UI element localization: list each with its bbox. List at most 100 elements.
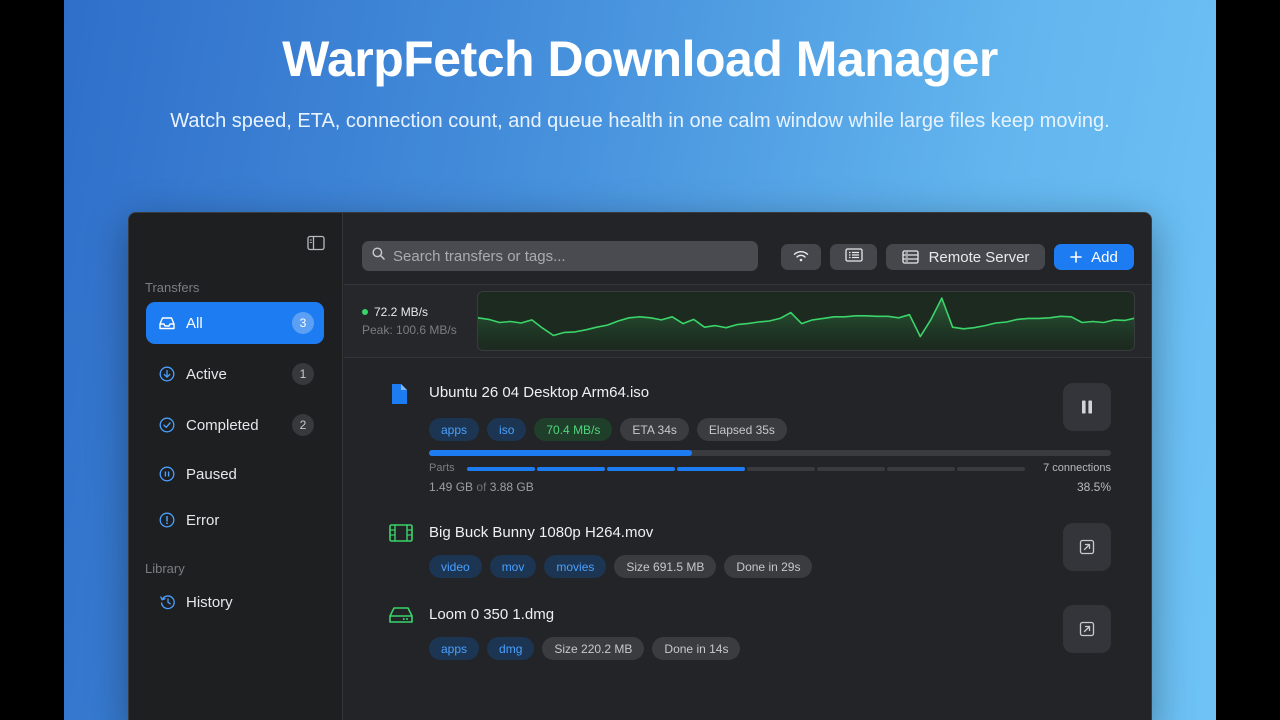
sidebar-section-library: Library <box>145 561 185 576</box>
part-segment <box>607 467 675 471</box>
count-badge: 2 <box>292 414 314 436</box>
speed-graph <box>477 291 1135 351</box>
peak-speed: Peak: 100.6 MB/s <box>362 323 457 337</box>
size-badge: Size 691.5 MB <box>614 555 717 578</box>
progress-fill <box>429 450 692 456</box>
sidebar-item-label: Paused <box>186 465 237 483</box>
tag-list: apps dmg Size 220.2 MB Done in 14s <box>429 637 741 660</box>
part-segment <box>887 467 955 471</box>
tag[interactable]: apps <box>429 637 480 660</box>
speed-area <box>478 298 1134 350</box>
sidebar-item-all[interactable]: All 3 <box>146 302 324 344</box>
current-speed: 72.2 MB/s <box>362 305 428 319</box>
hero-subtitle: Watch speed, ETA, connection count, and … <box>170 110 1110 132</box>
size-progress: 1.49 GB of 3.88 GB <box>429 480 534 494</box>
live-dot-icon <box>362 309 368 315</box>
eta-badge: ETA 34s <box>620 418 689 441</box>
plus-icon <box>1070 251 1082 263</box>
elapsed-badge: Elapsed 35s <box>696 418 787 441</box>
sidebar-item-history[interactable]: History <box>146 581 324 623</box>
part-fill <box>607 467 675 471</box>
pause-circle-icon <box>158 465 176 483</box>
document-icon <box>389 383 411 405</box>
of-label: of <box>476 480 487 494</box>
transfer-row[interactable]: Big Buck Bunny 1080p H264.mov video mov … <box>389 523 1111 581</box>
downloaded-size: 1.49 GB <box>429 480 474 494</box>
marketing-stage: WarpFetch Download Manager Watch speed, … <box>64 0 1216 720</box>
part-segment <box>957 467 1025 471</box>
search-icon <box>372 247 385 265</box>
search-field[interactable] <box>362 241 758 271</box>
speed-panel: 72.2 MB/s Peak: 100.6 MB/s <box>344 284 1151 358</box>
transfer-row[interactable]: Ubuntu 26 04 Desktop Arm64.iso apps iso … <box>389 383 1111 513</box>
transfer-name: Ubuntu 26 04 Desktop Arm64.iso <box>429 384 650 401</box>
connections-count: 7 connections <box>1043 462 1111 474</box>
main-panel: Remote Server Add 72.2 MB/s Peak: 100.6 … <box>344 213 1151 720</box>
speed-badge: 70.4 MB/s <box>534 418 613 441</box>
remote-server-label: Remote Server <box>928 248 1030 266</box>
tag[interactable]: dmg <box>487 637 535 660</box>
pause-icon <box>1082 400 1092 414</box>
sidebar-item-label: Error <box>186 511 220 529</box>
part-segment <box>747 467 815 471</box>
duration-badge: Done in 14s <box>652 637 741 660</box>
sidebar-item-completed[interactable]: Completed 2 <box>146 404 324 446</box>
log-button[interactable] <box>830 244 877 270</box>
part-segment <box>677 467 745 471</box>
sidebar: Transfers All 3 Active 1 Completed 2 Pau… <box>129 213 343 720</box>
transfer-row[interactable]: Loom 0 350 1.dmg apps dmg Size 220.2 MB … <box>389 605 1111 663</box>
app-window: Transfers All 3 Active 1 Completed 2 Pau… <box>128 212 1152 720</box>
current-speed-value: 72.2 MB/s <box>374 305 429 319</box>
total-size: 3.88 GB <box>489 480 534 494</box>
sidebar-item-active[interactable]: Active 1 <box>146 353 324 395</box>
search-input[interactable] <box>393 247 733 265</box>
part-fill <box>467 467 535 471</box>
progress-bar <box>429 450 1111 456</box>
pause-button[interactable] <box>1063 383 1111 431</box>
download-circle-icon <box>158 365 176 383</box>
sidebar-item-label: Active <box>186 365 227 383</box>
transfer-name: Big Buck Bunny 1080p H264.mov <box>429 524 654 541</box>
add-button[interactable]: Add <box>1054 244 1134 270</box>
part-fill <box>537 467 605 471</box>
film-icon <box>389 523 413 545</box>
remote-server-button[interactable]: Remote Server <box>886 244 1045 270</box>
tag[interactable]: iso <box>487 418 527 441</box>
tag[interactable]: movies <box>544 555 607 578</box>
sidebar-section-transfers: Transfers <box>145 280 200 295</box>
tag[interactable]: video <box>429 555 482 578</box>
alert-circle-icon <box>158 511 176 529</box>
tag-list: apps iso 70.4 MB/s ETA 34s Elapsed 35s <box>429 418 787 441</box>
part-segment <box>467 467 535 471</box>
server-icon <box>901 250 919 264</box>
tag[interactable]: apps <box>429 418 480 441</box>
check-circle-icon <box>158 416 176 434</box>
history-icon <box>158 593 176 611</box>
open-external-icon <box>1079 621 1095 637</box>
network-button[interactable] <box>781 244 821 270</box>
open-external-icon <box>1079 539 1095 555</box>
hero-title: WarpFetch Download Manager <box>282 31 998 87</box>
open-button[interactable] <box>1063 523 1111 571</box>
open-button[interactable] <box>1063 605 1111 653</box>
transfer-name: Loom 0 350 1.dmg <box>429 606 555 623</box>
inbox-icon <box>158 314 176 332</box>
sidebar-item-label: All <box>186 314 203 332</box>
size-badge: Size 220.2 MB <box>542 637 645 660</box>
sidebar-toggle-icon[interactable] <box>307 235 325 251</box>
sidebar-item-error[interactable]: Error <box>146 499 324 541</box>
parts-bar <box>467 467 1025 471</box>
part-segment <box>817 467 885 471</box>
part-fill <box>677 467 745 471</box>
part-segment <box>537 467 605 471</box>
tag-list: video mov movies Size 691.5 MB Done in 2… <box>429 555 813 578</box>
drive-icon <box>389 605 413 627</box>
list-icon <box>844 248 863 266</box>
wifi-icon <box>793 249 809 266</box>
duration-badge: Done in 29s <box>724 555 813 578</box>
sidebar-item-paused[interactable]: Paused <box>146 453 324 495</box>
tag[interactable]: mov <box>489 555 537 578</box>
sidebar-item-label: Completed <box>186 416 259 434</box>
count-badge: 1 <box>292 363 314 385</box>
parts-label: Parts <box>429 462 455 474</box>
